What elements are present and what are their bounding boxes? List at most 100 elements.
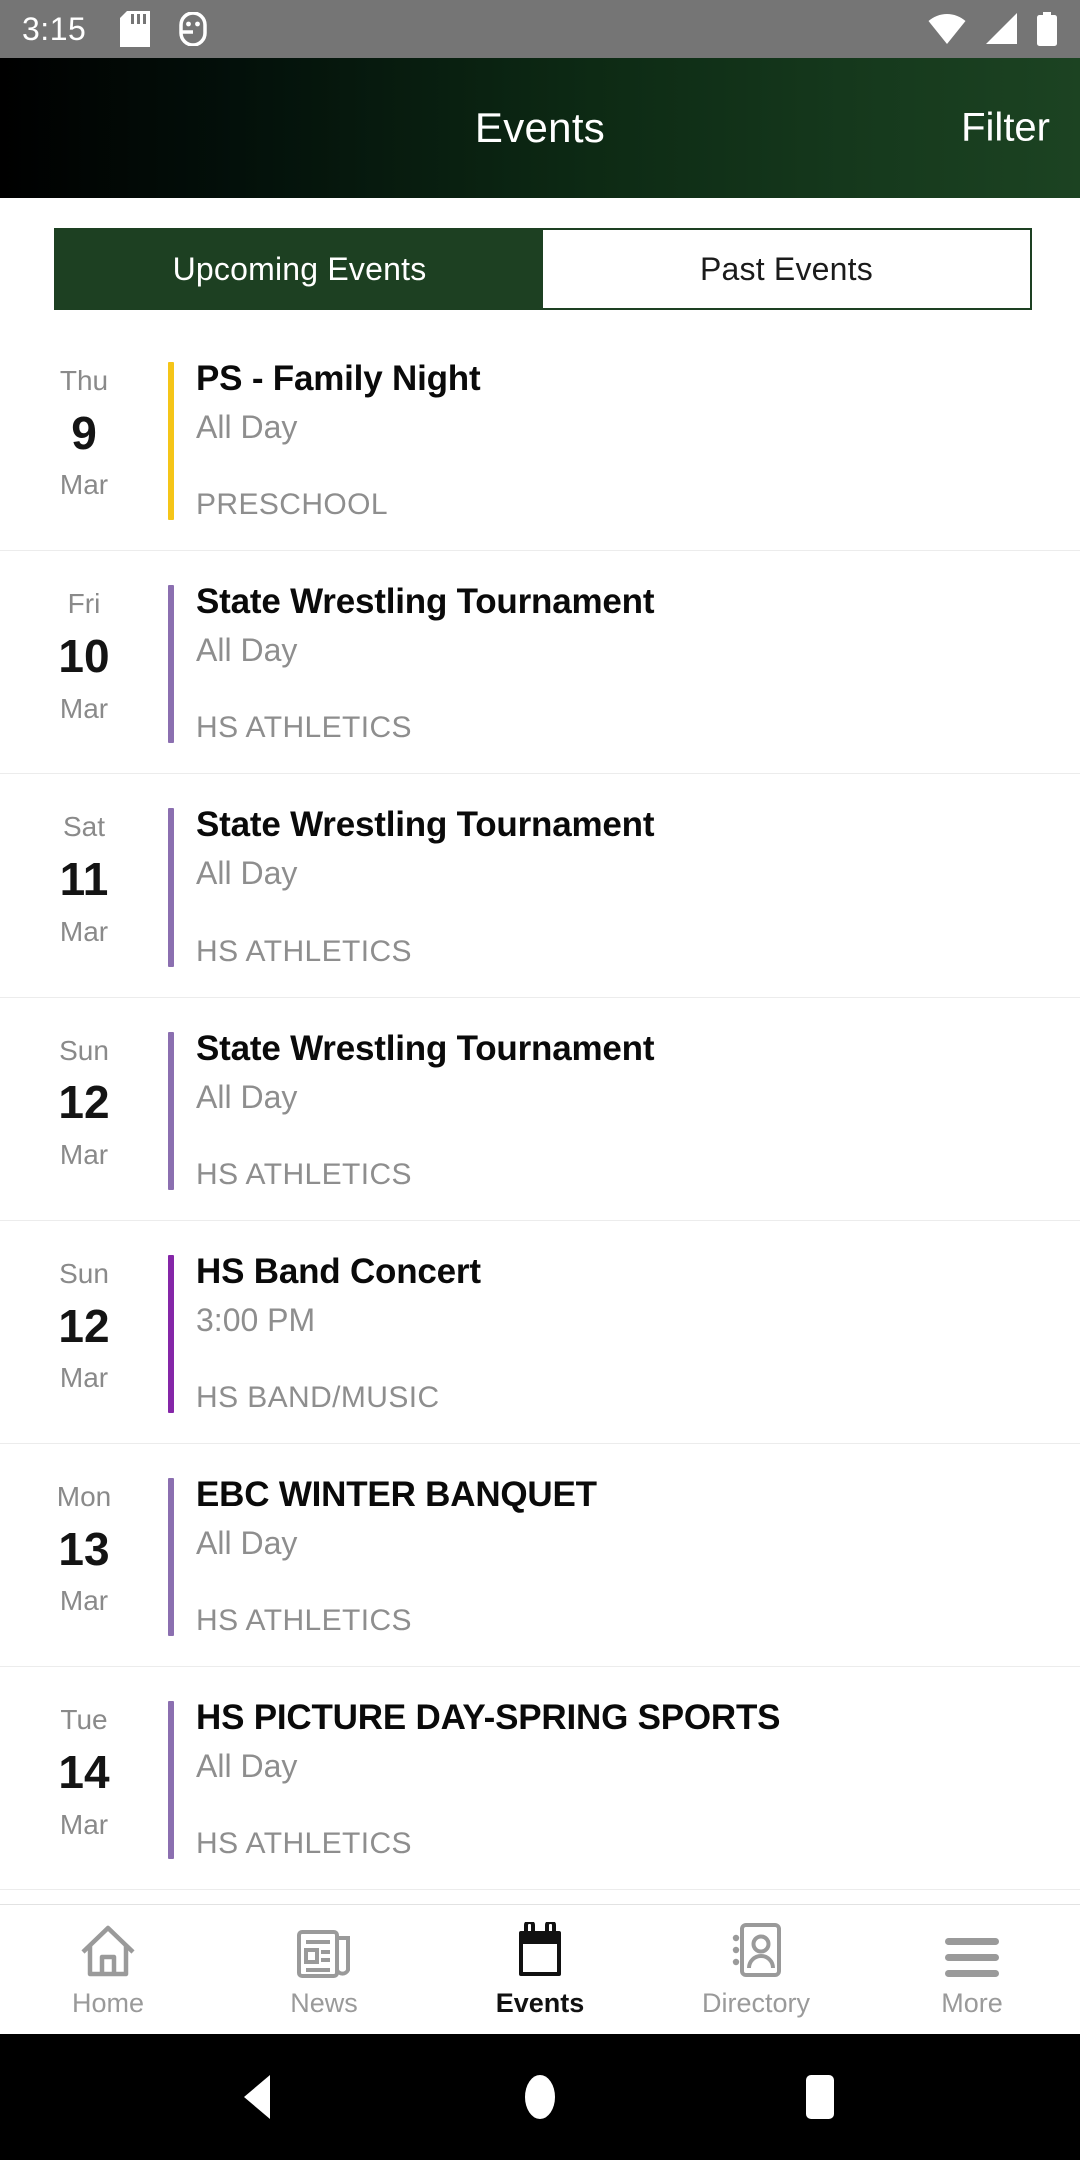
event-month: Mar [59, 1139, 109, 1171]
event-day-of-week: Sun [59, 1257, 109, 1289]
event-day-of-week: Fri [67, 588, 101, 620]
bottom-nav-label: Directory [701, 1988, 810, 2018]
event-title: State Wrestling Tournament [196, 582, 655, 622]
event-title: State Wrestling Tournament [196, 805, 655, 845]
event-category: HS ATHLETICS [196, 711, 412, 745]
event-day-number: 10 [58, 629, 110, 682]
status-bar-clock: 3:15 [22, 11, 87, 47]
event-day-of-week: Sat [62, 811, 106, 843]
home-icon [79, 1920, 137, 1978]
event-category: PRESCHOOL [196, 488, 388, 522]
events-list[interactable]: Thu 9 Mar PS - Family Night All Day PRESCHOOL… [0, 328, 1080, 1891]
battery-icon [1036, 12, 1058, 46]
event-date: Tue 14 Mar [0, 1697, 168, 1843]
bottom-nav-home[interactable]: Home [0, 1905, 216, 2034]
event-day-number: 13 [58, 1522, 110, 1575]
event-month: Mar [59, 915, 109, 947]
status-bar: 3:15 [0, 0, 1080, 58]
event-details: State Wrestling Tournament All Day HS ATHL… [174, 1028, 1080, 1194]
back-button[interactable] [215, 2052, 305, 2142]
event-details: HS PICTURE DAY-SPRING SPORTS All Day HS AT… [174, 1697, 1080, 1863]
event-day-of-week: Thu [59, 365, 109, 396]
event-category: HS ATHLETICS [196, 1827, 412, 1861]
event-day-number: 14 [58, 1745, 110, 1798]
event-time: All Day [196, 1524, 298, 1561]
bottom-nav-directory[interactable]: Directory [648, 1905, 864, 2034]
event-date: Sun 12 Mar [0, 1251, 168, 1397]
contact-card-icon [730, 1920, 782, 1978]
bottom-nav-events[interactable]: Events [432, 1905, 648, 2034]
event-row[interactable]: Sun 12 Mar State Wrestling Tournament All Da… [0, 998, 1080, 1221]
events-tab-group: Upcoming Events Past Events [54, 228, 1032, 310]
event-row[interactable]: Thu 9 Mar PS - Family Night All Day PRESCHOOL [0, 328, 1080, 552]
event-date: Sat 11 Mar [0, 804, 168, 950]
event-category: HS ATHLETICS [196, 1604, 412, 1638]
event-time: All Day [196, 855, 298, 892]
event-month: Mar [59, 1362, 109, 1394]
bottom-tab-bar: Home News Events Directory More [0, 1904, 1080, 2034]
wifi-icon [928, 13, 966, 45]
content-area: Upcoming Events Past Events Thu 9 Mar PS - … [0, 198, 1080, 1904]
calendar-icon [514, 1920, 566, 1978]
android-navigation-bar [0, 2034, 1080, 2160]
event-details: State Wrestling Tournament All Day HS ATHL… [174, 804, 1080, 970]
event-title: State Wrestling Tournament [196, 1028, 655, 1068]
event-row[interactable]: Tue 14 Mar HS PICTURE DAY-SPRING SPORTS All … [0, 1667, 1080, 1891]
event-day-number: 12 [58, 1299, 110, 1352]
event-title: HS PICTURE DAY-SPRING SPORTS [196, 1698, 781, 1738]
event-category: HS BAND/MUSIC [196, 1380, 440, 1414]
event-time: All Day [196, 632, 298, 669]
android-debug-icon [176, 12, 210, 46]
cell-signal-icon [984, 13, 1018, 45]
event-day-of-week: Sun [59, 1034, 109, 1066]
tab-past-events[interactable]: Past Events [543, 230, 1030, 308]
event-details: PS - Family Night All Day PRESCHOOL [174, 358, 1080, 524]
event-day-of-week: Mon [56, 1480, 112, 1512]
event-details: EBC WINTER BANQUET All Day HS ATHLETICS [174, 1474, 1080, 1640]
event-category: HS ATHLETICS [196, 1157, 412, 1191]
event-month: Mar [59, 692, 109, 724]
bottom-nav-news[interactable]: News [216, 1905, 432, 2034]
bottom-nav-label: News [290, 1988, 358, 2018]
filter-button[interactable]: Filter [961, 106, 1050, 151]
event-date: Sun 12 Mar [0, 1028, 168, 1174]
event-row[interactable]: Fri 10 Mar State Wrestling Tournament All Da… [0, 551, 1080, 775]
event-date: Thu 9 Mar [0, 358, 168, 504]
event-time: All Day [196, 1748, 298, 1785]
event-row[interactable]: Sun 12 Mar HS Band Concert 3:00 PM HS BAND/MU… [0, 1221, 1080, 1444]
hamburger-menu-icon [943, 1920, 1001, 1978]
sd-card-icon [120, 11, 151, 47]
page-title: Events [474, 104, 606, 151]
event-month: Mar [59, 1585, 109, 1617]
event-date: Mon 13 Mar [0, 1474, 168, 1620]
event-row[interactable]: Sat 11 Mar State Wrestling Tournament All Da… [0, 774, 1080, 998]
bottom-nav-more[interactable]: More [864, 1905, 1080, 2034]
event-month: Mar [59, 1808, 109, 1840]
event-time: All Day [196, 1078, 298, 1115]
status-bar-right-icons [928, 12, 1058, 46]
event-category: HS ATHLETICS [196, 934, 412, 968]
event-details: HS Band Concert 3:00 PM HS BAND/MUSIC [174, 1251, 1080, 1417]
event-title: EBC WINTER BANQUET [196, 1474, 597, 1514]
event-day-number: 12 [58, 1076, 110, 1129]
status-bar-left-icons [120, 11, 210, 47]
event-day-of-week: Tue [60, 1704, 108, 1736]
app-root: 3:15 Events Filter Upcoming Events Past … [0, 0, 1080, 2160]
event-time: All Day [196, 409, 298, 445]
event-date: Fri 10 Mar [0, 581, 168, 727]
event-title: PS - Family Night [196, 359, 481, 398]
event-day-number: 9 [71, 406, 97, 459]
tab-upcoming-events[interactable]: Upcoming Events [56, 230, 543, 308]
app-header: Events Filter [0, 58, 1080, 198]
bottom-nav-label: More [941, 1988, 1003, 2018]
event-day-number: 11 [59, 853, 109, 906]
event-title: HS Band Concert [196, 1251, 481, 1291]
event-details: State Wrestling Tournament All Day HS ATHL… [174, 581, 1080, 747]
home-button[interactable] [495, 2052, 585, 2142]
bottom-nav-label: Events [495, 1988, 585, 2018]
newspaper-icon [296, 1920, 352, 1978]
recents-button[interactable] [775, 2052, 865, 2142]
event-row[interactable]: Mon 13 Mar EBC WINTER BANQUET All Day HS ATHL… [0, 1444, 1080, 1668]
event-month: Mar [59, 469, 109, 501]
event-time: 3:00 PM [196, 1301, 316, 1338]
